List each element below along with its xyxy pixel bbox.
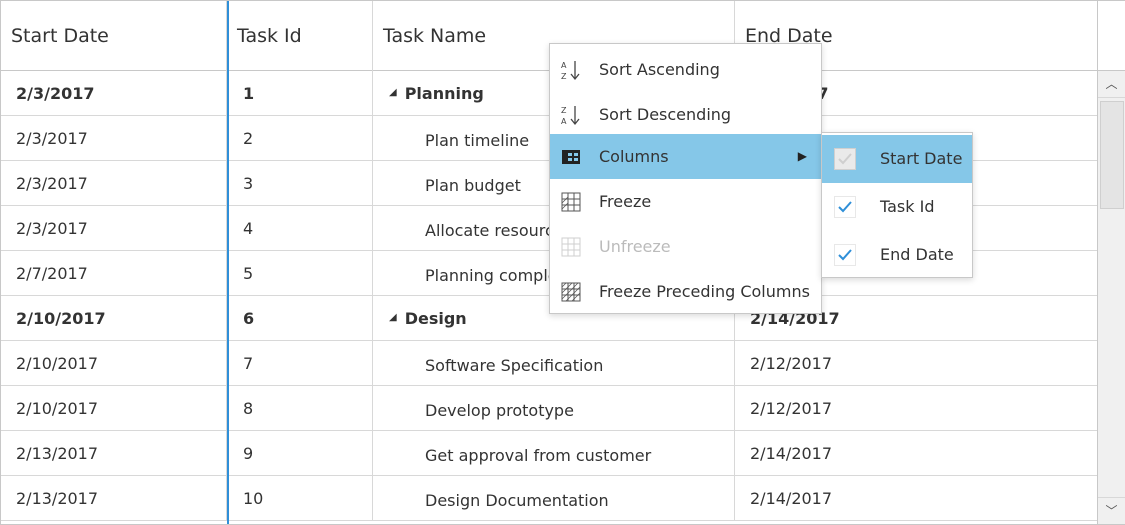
cell-task-id: 10	[227, 476, 373, 521]
cell-task-name: Design Documentation	[373, 476, 735, 521]
sort-ascending-icon: A Z	[561, 61, 580, 81]
cell-task-id: 5	[227, 251, 373, 296]
submenu-arrow-icon: ▶	[797, 149, 807, 163]
frozen-column-divider[interactable]	[227, 1, 229, 524]
submenu-item-label: Task Id	[880, 197, 935, 216]
cell-task-id: 1	[227, 71, 373, 116]
svg-text:Z: Z	[561, 106, 567, 115]
vertical-scrollbar[interactable]: ︿ ﹀	[1097, 71, 1125, 524]
cell-task-id: 7	[227, 341, 373, 386]
cell-end-date: 2/12/2017	[750, 399, 833, 418]
menu-item-sort-ascending[interactable]: A Z Sort Ascending	[550, 47, 821, 92]
cell-start-date: 2/3/2017	[1, 71, 227, 116]
cell-task-id: 9	[227, 431, 373, 476]
menu-item-label: Freeze Preceding Columns	[599, 282, 810, 301]
cell-task-name: Software Specification	[373, 341, 735, 386]
table-row[interactable]: 2/13/2017 9 Get approval from customer 2…	[1, 431, 1097, 476]
cell-start-date: 2/10/2017	[1, 386, 227, 431]
submenu-item-label: End Date	[880, 245, 954, 264]
menu-item-label: Sort Ascending	[599, 60, 720, 79]
menu-item-label: Columns	[599, 147, 669, 166]
scrollbar-thumb[interactable]	[1100, 101, 1124, 209]
svg-text:A: A	[561, 61, 567, 70]
column-toggle-start-date[interactable]: Start Date	[822, 135, 972, 183]
collapse-arrow-icon[interactable]: ◢	[389, 296, 397, 340]
cell-task-name: Get approval from customer	[373, 431, 735, 476]
menu-item-label: Sort Descending	[599, 105, 732, 124]
cell-start-date: 2/10/2017	[1, 296, 227, 341]
column-toggle-task-id[interactable]: Task Id	[822, 183, 972, 231]
column-header-start-date[interactable]: Start Date	[1, 1, 227, 71]
cell-task-id: 6	[227, 296, 373, 341]
checkbox-checked-disabled-icon[interactable]	[834, 148, 856, 170]
menu-item-unfreeze[interactable]: Unfreeze	[550, 224, 821, 269]
cell-start-date: 2/13/2017	[1, 476, 227, 521]
cell-start-date: 2/3/2017	[1, 161, 227, 206]
cell-start-date: 2/3/2017	[1, 116, 227, 161]
column-header-task-id[interactable]: Task Id	[227, 1, 373, 71]
svg-text:A: A	[561, 117, 567, 126]
header-corner	[1097, 1, 1125, 71]
scroll-up-icon[interactable]: ︿	[1098, 71, 1125, 98]
task-name-text: Design	[404, 309, 467, 328]
freeze-icon	[561, 192, 581, 212]
unfreeze-icon	[561, 237, 581, 257]
checkbox-checked-icon[interactable]	[834, 196, 856, 218]
cell-task-id: 3	[227, 161, 373, 206]
cell-start-date: 2/10/2017	[1, 341, 227, 386]
freeze-preceding-icon	[561, 282, 581, 302]
menu-item-freeze-preceding-columns[interactable]: Freeze Preceding Columns	[550, 269, 821, 314]
menu-item-label: Freeze	[599, 192, 652, 211]
column-toggle-end-date[interactable]: End Date	[822, 231, 972, 279]
table-row[interactable]: 2/10/2017 7 Software Specification 2/12/…	[1, 341, 1097, 386]
cell-end-date: 2/14/2017	[750, 489, 833, 508]
cell-task-id: 2	[227, 116, 373, 161]
cell-task-name: Develop prototype	[373, 386, 735, 431]
columns-icon	[562, 150, 580, 164]
task-name-text: Planning	[404, 84, 484, 103]
cell-end-date: 2/12/2017	[750, 354, 833, 373]
checkbox-checked-icon[interactable]	[834, 244, 856, 266]
menu-item-columns[interactable]: Columns ▶	[550, 134, 821, 179]
cell-start-date: 2/7/2017	[1, 251, 227, 296]
columns-submenu: Start Date Task Id End Date	[821, 132, 973, 278]
menu-item-sort-descending[interactable]: Z A Sort Descending	[550, 92, 821, 137]
cell-start-date: 2/13/2017	[1, 431, 227, 476]
scroll-down-icon[interactable]: ﹀	[1098, 497, 1125, 524]
sort-descending-icon: Z A	[561, 106, 580, 126]
menu-item-freeze[interactable]: Freeze	[550, 179, 821, 224]
cell-start-date: 2/3/2017	[1, 206, 227, 251]
column-context-menu: A Z Sort Ascending Z A Sort Descending C…	[549, 43, 822, 314]
svg-text:Z: Z	[561, 72, 567, 81]
menu-item-label: Unfreeze	[599, 237, 671, 256]
collapse-arrow-icon[interactable]: ◢	[389, 71, 397, 115]
cell-task-id: 8	[227, 386, 373, 431]
cell-end-date: 2/14/2017	[750, 444, 833, 463]
cell-task-id: 4	[227, 206, 373, 251]
table-row[interactable]: 2/13/2017 10 Design Documentation 2/14/2…	[1, 476, 1097, 521]
submenu-item-label: Start Date	[880, 149, 963, 168]
table-row[interactable]: 2/10/2017 8 Develop prototype 2/12/2017	[1, 386, 1097, 431]
